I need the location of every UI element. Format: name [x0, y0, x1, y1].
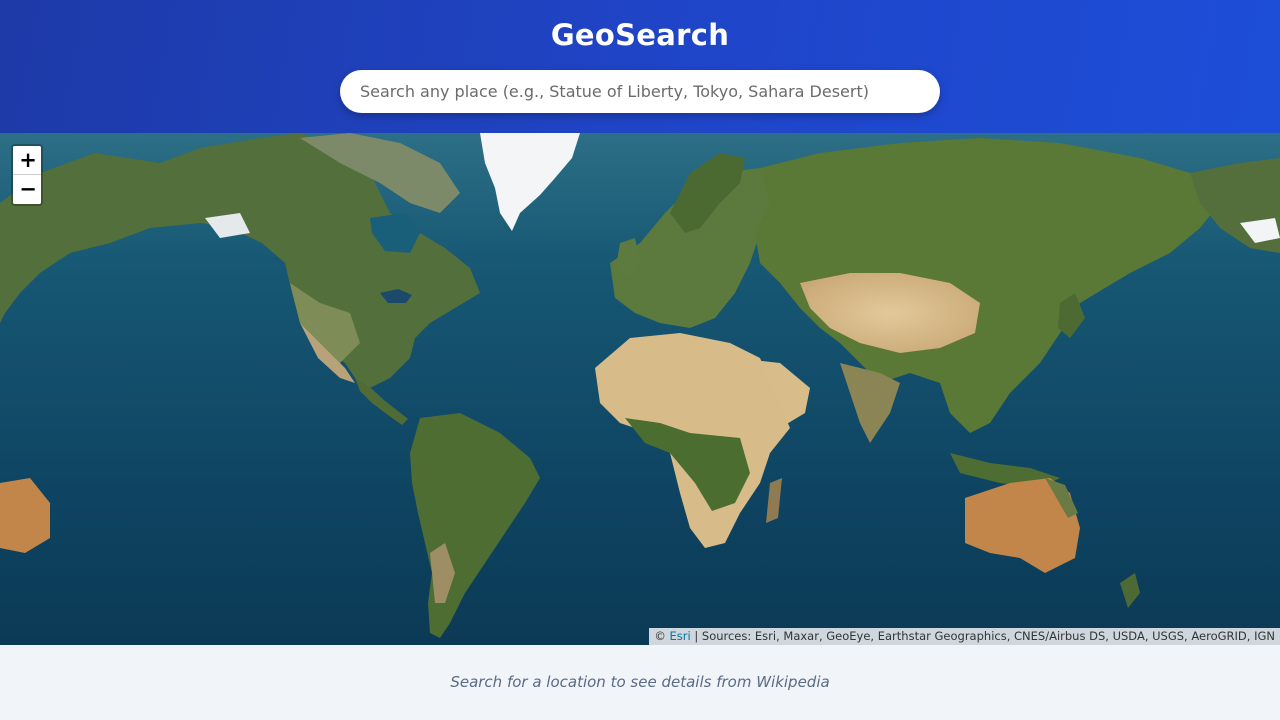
attribution-sources: | Sources: Esri, Maxar, GeoEye, Earthsta… — [694, 629, 1275, 643]
search-input[interactable] — [340, 70, 940, 113]
map-attribution: © Esri | Sources: Esri, Maxar, GeoEye, E… — [649, 628, 1280, 645]
zoom-control: + − — [11, 144, 43, 206]
zoom-in-button[interactable]: + — [13, 146, 41, 175]
world-imagery — [0, 133, 1280, 645]
zoom-out-button[interactable]: − — [13, 175, 41, 204]
attribution-prefix: © — [654, 629, 666, 643]
satellite-map[interactable]: + − © Esri | Sources: Esri, Maxar, GeoEy… — [0, 133, 1280, 645]
esri-link[interactable]: Esri — [670, 629, 691, 643]
app-header: GeoSearch — [0, 0, 1280, 133]
app-title: GeoSearch — [550, 18, 730, 52]
empty-state-hint: Search for a location to see details fro… — [450, 673, 830, 691]
